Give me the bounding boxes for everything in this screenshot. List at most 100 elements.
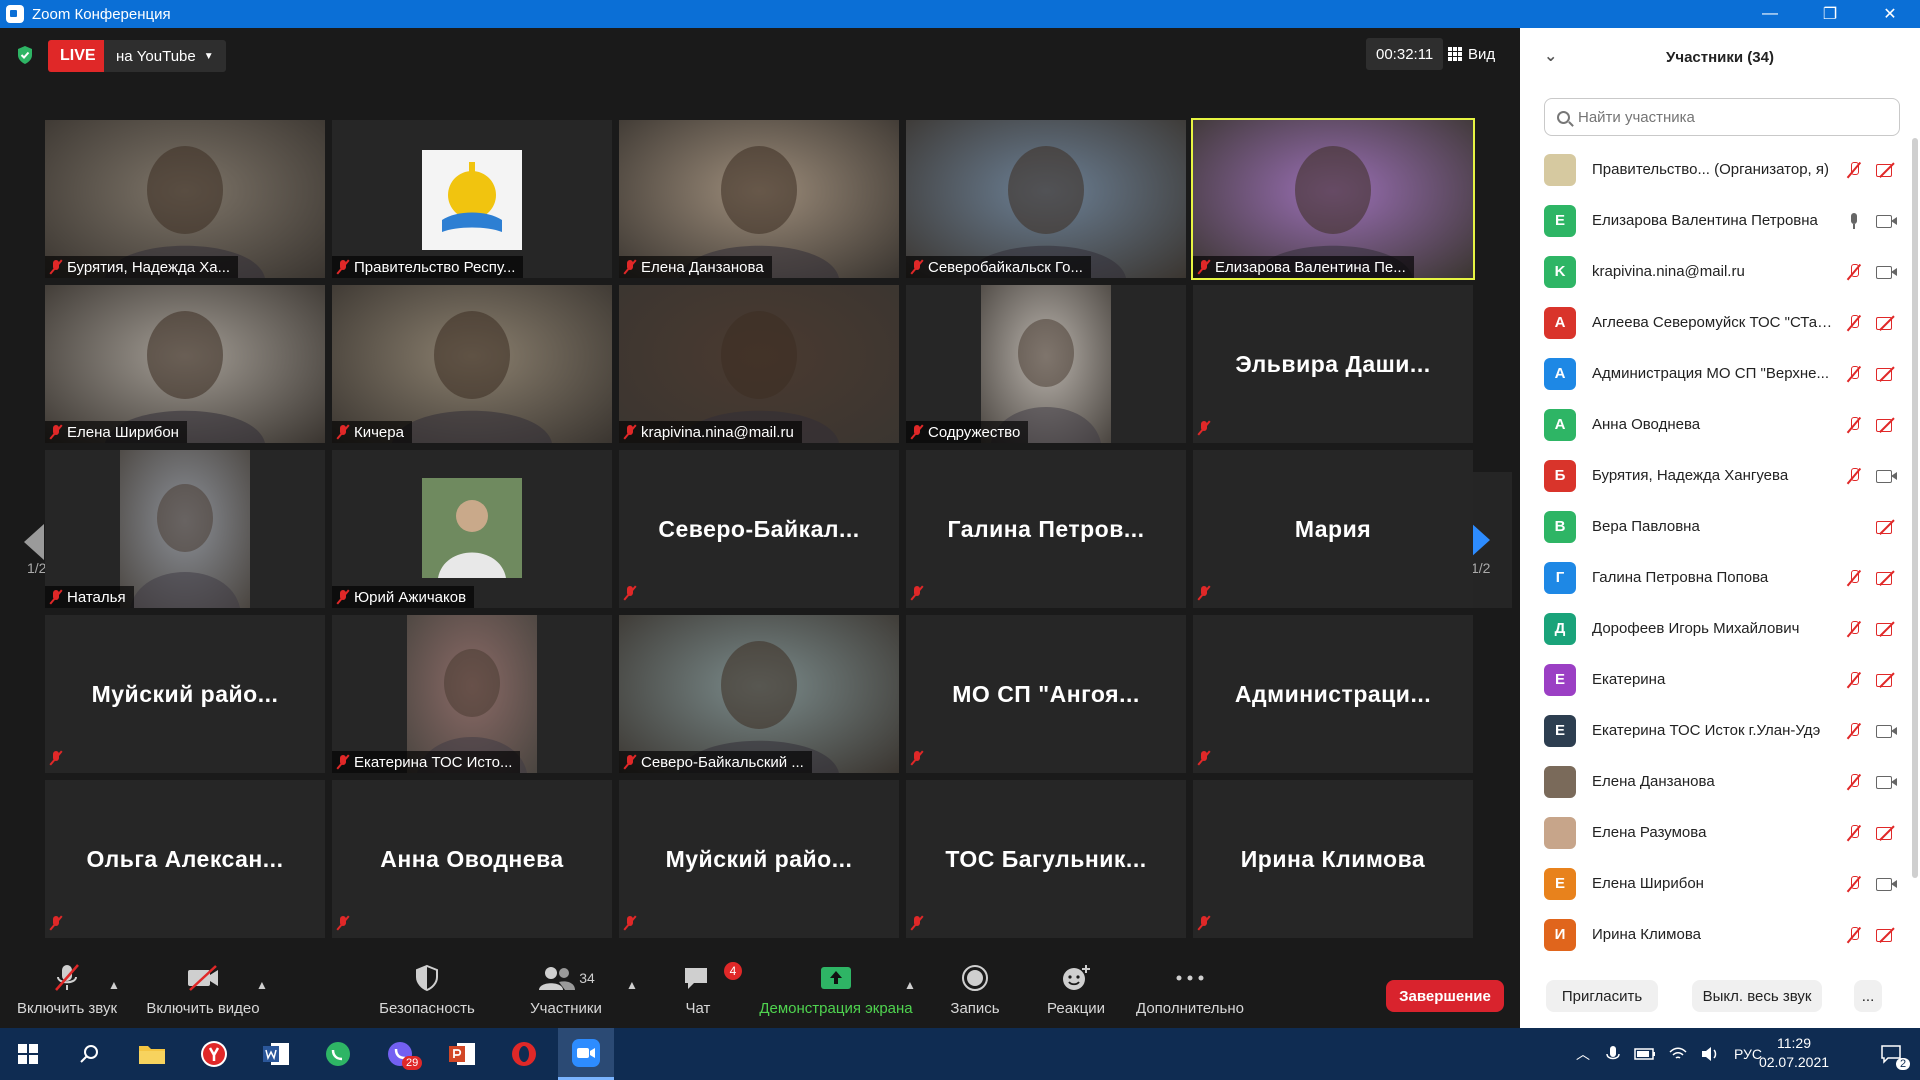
camera-off-icon[interactable] xyxy=(1876,520,1898,534)
participant-row[interactable]: Kkrapivina.nina@mail.ru xyxy=(1520,246,1912,297)
invite-button[interactable]: Пригласить xyxy=(1546,980,1658,1012)
participant-row[interactable]: И Ирина Климова xyxy=(1520,909,1912,960)
start-video-button[interactable]: Включить видео xyxy=(140,958,266,1028)
camera-off-icon[interactable] xyxy=(1876,367,1898,381)
start-button[interactable] xyxy=(0,1028,56,1080)
end-meeting-button[interactable]: Завершение xyxy=(1386,980,1504,1012)
video-tile[interactable]: krapivina.nina@mail.ru xyxy=(619,285,899,443)
participant-row[interactable]: В Вера Павловна xyxy=(1520,501,1912,552)
camera-icon[interactable] xyxy=(1876,469,1898,483)
view-button[interactable]: Вид xyxy=(1448,38,1495,70)
unmute-button[interactable]: Включить звук xyxy=(12,958,122,1028)
video-tile[interactable]: Северо-Байкал... xyxy=(619,450,899,608)
participant-row[interactable]: Е Елизарова Валентина Петровна xyxy=(1520,195,1912,246)
live-badge[interactable]: LIVE xyxy=(48,40,108,72)
participant-row[interactable]: Б Бурятия, Надежда Хангуева xyxy=(1520,450,1912,501)
wifi-icon[interactable] xyxy=(1668,1046,1688,1062)
video-tile[interactable]: Мария xyxy=(1193,450,1473,608)
mic-muted-icon[interactable] xyxy=(1846,365,1862,383)
mic-muted-icon[interactable] xyxy=(1846,620,1862,638)
mic-muted-icon[interactable] xyxy=(1846,722,1862,740)
security-button[interactable]: Безопасность xyxy=(372,958,482,1028)
taskbar-yandex-browser[interactable] xyxy=(186,1028,242,1080)
camera-off-icon[interactable] xyxy=(1876,826,1898,840)
video-tile[interactable]: Ирина Климова xyxy=(1193,780,1473,938)
panel-more-button[interactable]: ... xyxy=(1854,980,1882,1012)
video-tile[interactable]: Наталья xyxy=(45,450,325,608)
share-screen-button[interactable]: Демонстрация экрана xyxy=(748,958,924,1028)
taskbar-explorer[interactable] xyxy=(124,1028,180,1080)
participant-row[interactable]: Е Екатерина ТОС Исток г.Улан-Удэ xyxy=(1520,705,1912,756)
participant-row[interactable]: Д Дорофеев Игорь Михайлович xyxy=(1520,603,1912,654)
mic-icon[interactable] xyxy=(1846,212,1862,230)
camera-off-icon[interactable] xyxy=(1876,316,1898,330)
record-button[interactable]: Запись xyxy=(940,958,1010,1028)
taskbar-search-button[interactable] xyxy=(62,1028,118,1080)
camera-off-icon[interactable] xyxy=(1876,622,1898,636)
stream-target-dropdown[interactable]: на YouTube ▼ xyxy=(104,40,226,72)
video-tile[interactable]: Елизарова Валентина Пе... xyxy=(1191,118,1475,280)
mic-muted-icon[interactable] xyxy=(1846,467,1862,485)
taskbar-zoom[interactable] xyxy=(558,1028,614,1080)
camera-icon[interactable] xyxy=(1876,877,1898,891)
video-tile[interactable]: Анна Оводнева xyxy=(332,780,612,938)
battery-icon[interactable] xyxy=(1634,1047,1656,1061)
audio-options-caret-icon[interactable]: ▲ xyxy=(108,978,120,992)
participant-row[interactable]: Е Екатерина xyxy=(1520,654,1912,705)
video-tile[interactable]: Елена Данзанова xyxy=(619,120,899,278)
video-tile[interactable]: Юрий Ажичаков xyxy=(332,450,612,608)
mic-muted-icon[interactable] xyxy=(1846,773,1862,791)
participants-button[interactable]: 34 Участники xyxy=(516,958,616,1028)
taskbar-clock[interactable]: 11:29 02.07.2021 xyxy=(1744,1034,1844,1072)
camera-icon[interactable] xyxy=(1876,214,1898,228)
mic-muted-icon[interactable] xyxy=(1846,263,1862,281)
participant-row[interactable]: Е Елена Ширибон xyxy=(1520,858,1912,909)
participant-row[interactable]: Правительство... (Организатор, я) xyxy=(1520,144,1912,195)
mic-muted-icon[interactable] xyxy=(1846,569,1862,587)
participant-row[interactable]: А Анна Оводнева xyxy=(1520,399,1912,450)
taskbar-powerpoint[interactable] xyxy=(434,1028,490,1080)
maximize-button[interactable]: ❐ xyxy=(1800,0,1860,28)
camera-off-icon[interactable] xyxy=(1876,418,1898,432)
video-tile[interactable]: Северобайкальск Го... xyxy=(906,120,1186,278)
tray-mic-icon[interactable] xyxy=(1604,1044,1622,1064)
minimize-button[interactable]: — xyxy=(1740,0,1800,28)
video-options-caret-icon[interactable]: ▲ xyxy=(256,978,268,992)
tray-overflow-chevron-icon[interactable]: ︿ xyxy=(1576,1044,1590,1064)
video-tile[interactable]: Кичера xyxy=(332,285,612,443)
camera-off-icon[interactable] xyxy=(1876,928,1898,942)
taskbar-opera[interactable] xyxy=(496,1028,552,1080)
mic-muted-icon[interactable] xyxy=(1846,671,1862,689)
video-tile[interactable]: МО СП "Ангоя... xyxy=(906,615,1186,773)
participants-caret-icon[interactable]: ▲ xyxy=(626,978,638,992)
video-tile[interactable]: Екатерина ТОС Исто... xyxy=(332,615,612,773)
video-tile[interactable]: Администраци... xyxy=(1193,615,1473,773)
mic-muted-icon[interactable] xyxy=(1846,926,1862,944)
camera-off-icon[interactable] xyxy=(1876,571,1898,585)
participant-row[interactable]: А Администрация МО СП "Верхне... xyxy=(1520,348,1912,399)
taskbar-viber[interactable]: 29 xyxy=(372,1028,428,1080)
mic-muted-icon[interactable] xyxy=(1846,875,1862,893)
collapse-chevron-icon[interactable]: ⌄ xyxy=(1544,46,1557,66)
video-tile[interactable]: Елена Ширибон xyxy=(45,285,325,443)
camera-off-icon[interactable] xyxy=(1876,673,1898,687)
encryption-shield-icon[interactable] xyxy=(16,45,34,65)
mic-muted-icon[interactable] xyxy=(1846,161,1862,179)
participant-row[interactable]: Г Галина Петровна Попова xyxy=(1520,552,1912,603)
taskbar-whatsapp[interactable] xyxy=(310,1028,366,1080)
video-tile[interactable]: Северо-Байкальский ... xyxy=(619,615,899,773)
camera-icon[interactable] xyxy=(1876,265,1898,279)
video-tile[interactable]: Содружество xyxy=(906,285,1186,443)
participant-row[interactable]: А Аглеева Северомуйск ТОС "СТарт" xyxy=(1520,297,1912,348)
video-tile[interactable]: ТОС Багульник... xyxy=(906,780,1186,938)
mute-all-button[interactable]: Выкл. весь звук xyxy=(1692,980,1822,1012)
participant-search-input[interactable] xyxy=(1578,108,1878,126)
video-tile[interactable]: Ольга Алексан... xyxy=(45,780,325,938)
video-tile[interactable]: Муйский райо... xyxy=(45,615,325,773)
close-button[interactable]: ✕ xyxy=(1860,0,1920,28)
video-tile[interactable]: Галина Петров... xyxy=(906,450,1186,608)
reactions-button[interactable]: Реакции xyxy=(1036,958,1116,1028)
mic-muted-icon[interactable] xyxy=(1846,314,1862,332)
video-tile[interactable]: Бурятия, Надежда Ха... xyxy=(45,120,325,278)
volume-icon[interactable] xyxy=(1700,1046,1720,1062)
